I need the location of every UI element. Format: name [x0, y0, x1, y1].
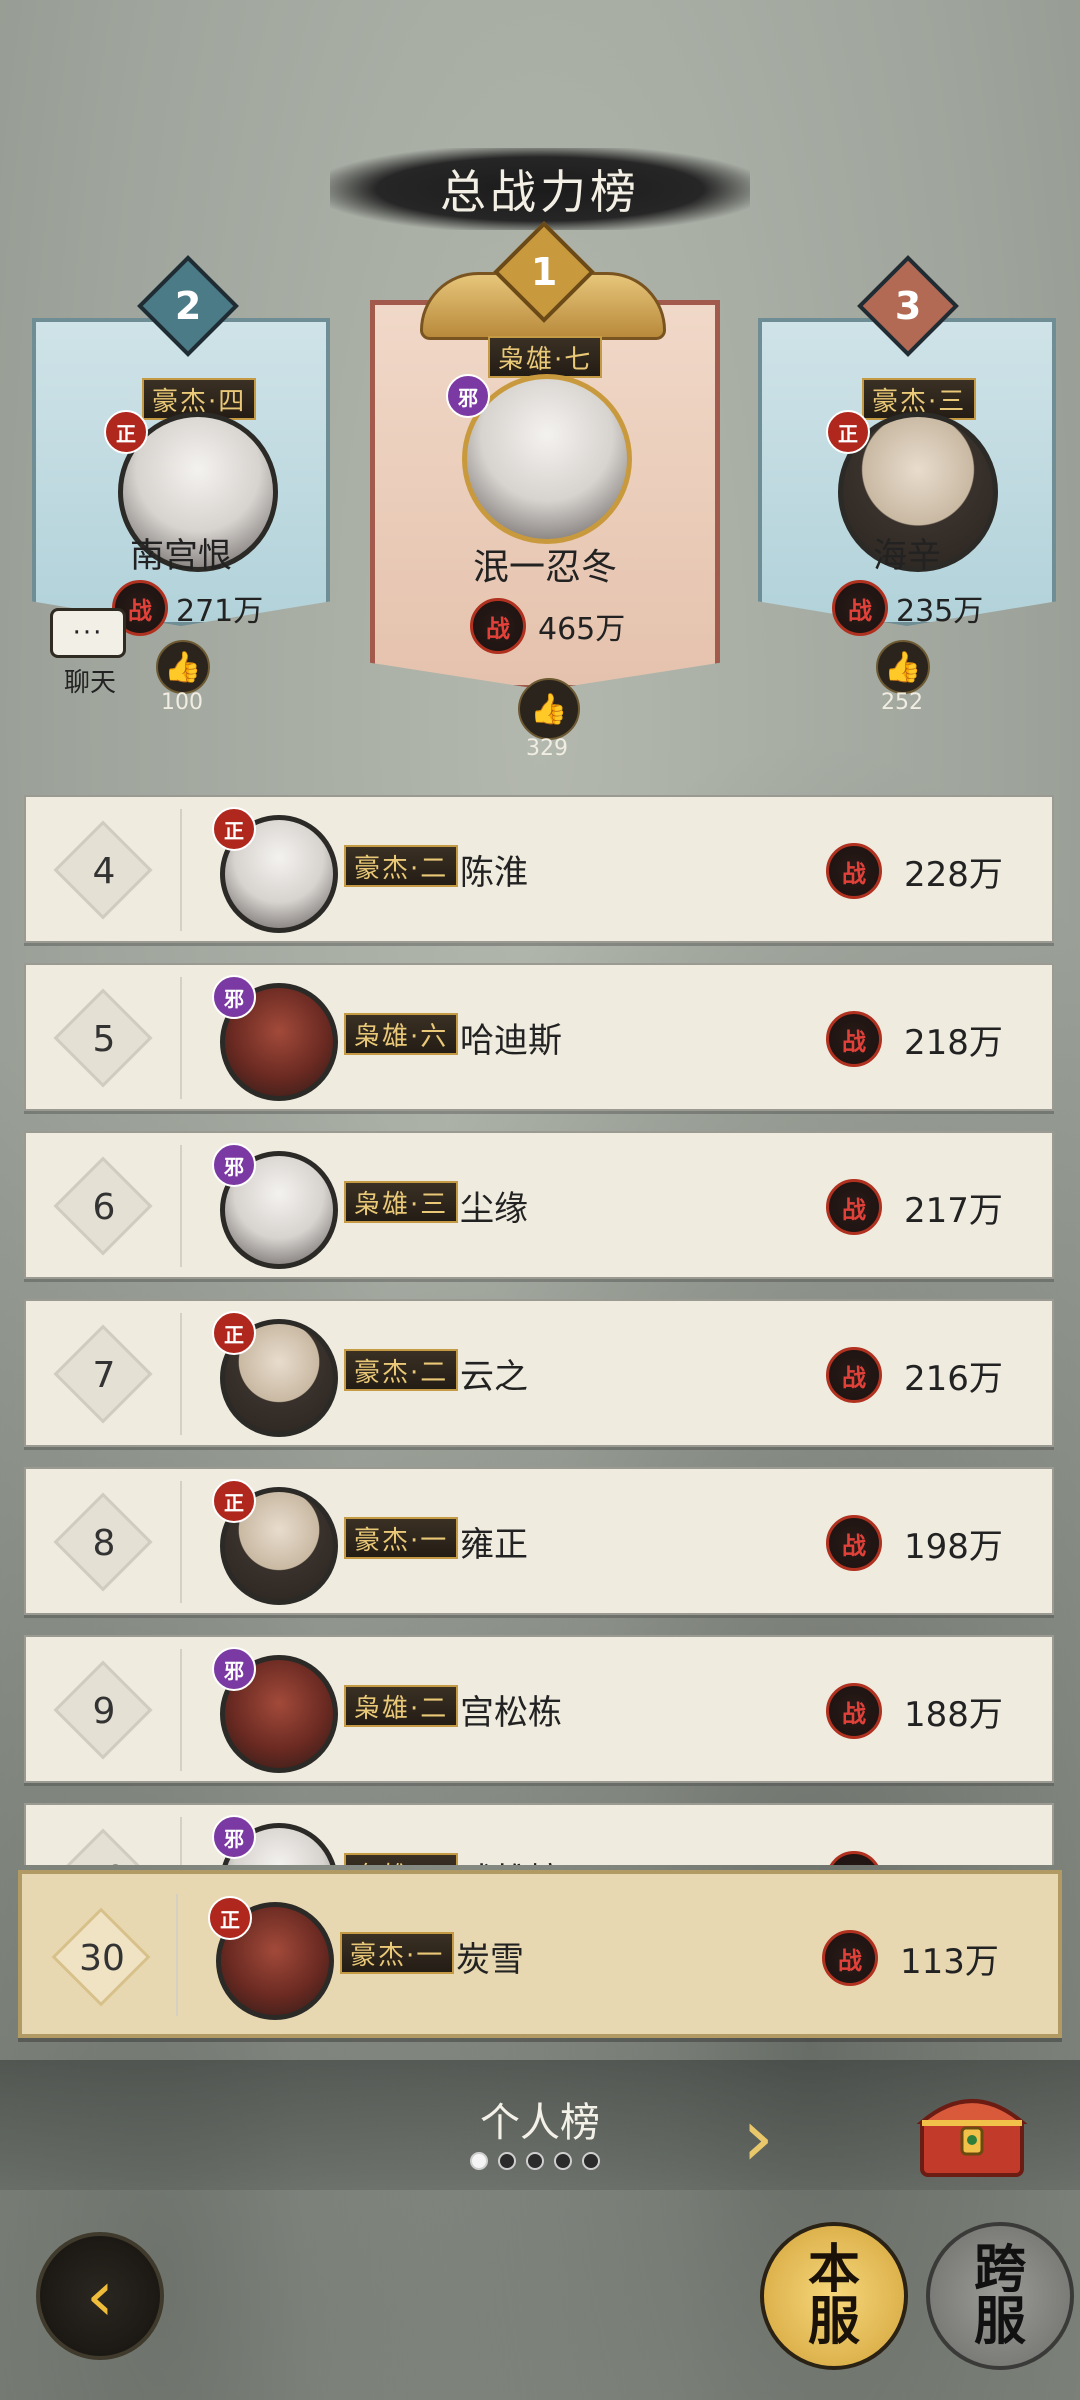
title-tag: 豪杰·一 — [340, 1932, 455, 1974]
power-icon: 战 — [826, 1515, 882, 1571]
rank-3-faction-badge: 正 — [826, 410, 870, 454]
rank-1-title-tag: 枭雄·七 — [488, 336, 603, 378]
rank-number: 9 — [92, 1690, 116, 1732]
rank-number: 4 — [92, 850, 116, 892]
cross-server-button[interactable]: 跨 服 — [926, 2222, 1074, 2370]
player-name: 武雄榜 — [460, 1853, 562, 1865]
title-tag: 枭雄·二 — [344, 1685, 459, 1727]
power-value: 216万 — [904, 1359, 1003, 1399]
power-icon: 战 — [826, 1347, 882, 1403]
page-dot[interactable] — [498, 2152, 516, 2170]
title-tag: 枭雄·三 — [344, 1181, 459, 1223]
title-tag: 豪杰·二 — [344, 845, 459, 887]
rank-2-like-icon[interactable]: 👍 — [156, 640, 210, 694]
rank-2-power: 271万 — [176, 594, 264, 629]
rank-2-faction-badge: 正 — [104, 410, 148, 454]
self-power-value: 113万 — [900, 1942, 999, 1982]
power-value: 218万 — [904, 1023, 1003, 1063]
rank-number: 10 — [68, 1843, 140, 1866]
this-server-button[interactable]: 本 服 — [760, 2222, 908, 2370]
self-rank-row[interactable]: 30 正 豪杰·一 炭雪 战 113万 — [18, 1870, 1062, 2038]
page-dot[interactable] — [526, 2152, 544, 2170]
rank-row[interactable]: 7 正 豪杰·二 云之 战 216万 — [24, 1299, 1054, 1447]
rank-1-power-icon: 战 — [470, 598, 526, 654]
power-icon: 战 — [826, 1179, 882, 1235]
rank-3-power: 235万 — [896, 594, 984, 629]
faction-badge: 邪 — [212, 1143, 256, 1187]
rank-1-like-icon[interactable]: 👍 — [518, 678, 580, 740]
back-button[interactable]: ‹ — [36, 2232, 164, 2360]
player-name: 宫松栋 — [460, 1693, 562, 1733]
power-icon: 战 — [826, 1011, 882, 1067]
faction-badge: 邪 — [212, 1815, 256, 1859]
rank-3-likes: 252 — [881, 690, 923, 715]
rank-number: 7 — [92, 1354, 116, 1396]
rank-row[interactable]: 10 邪 枭雄·二 武雄榜 战 — [24, 1803, 1054, 1865]
faction-badge: 邪 — [212, 1647, 256, 1691]
page-indicator — [470, 2152, 600, 2170]
player-name: 云之 — [460, 1357, 528, 1397]
rank-number: 5 — [92, 1018, 116, 1060]
page-dot[interactable] — [470, 2152, 488, 2170]
rank-row[interactable]: 6 邪 枭雄·三 尘缘 战 217万 — [24, 1131, 1054, 1279]
rank-1-faction-badge: 邪 — [446, 374, 490, 418]
this-server-label-2: 服 — [807, 2291, 860, 2352]
rank-number: 6 — [92, 1186, 116, 1228]
cross-server-label-2: 服 — [973, 2291, 1026, 2352]
power-value: 198万 — [904, 1527, 1003, 1567]
page-dot[interactable] — [582, 2152, 600, 2170]
self-name: 炭雪 — [456, 1940, 524, 1980]
power-value: 217万 — [904, 1191, 1003, 1231]
player-name: 尘缘 — [460, 1189, 528, 1229]
player-name: 雍正 — [460, 1525, 528, 1565]
chat-label: 聊天 — [63, 668, 116, 698]
title-tag: 豪杰·一 — [344, 1517, 459, 1559]
faction-badge: 邪 — [212, 975, 256, 1019]
rank-1-power: 465万 — [538, 612, 626, 647]
rank-2-likes: 100 — [161, 690, 203, 715]
leaderboard-title: 总战力榜 — [330, 148, 750, 230]
this-server-label-1: 本 — [807, 2239, 860, 2300]
next-tab-arrow-icon[interactable]: › — [742, 2098, 802, 2178]
chat-icon: ··· — [50, 608, 126, 658]
power-icon: 战 — [822, 1930, 878, 1986]
rank-row[interactable]: 4 正 豪杰·二 陈淮 战 228万 — [24, 795, 1054, 943]
rank-row[interactable]: 8 正 豪杰·一 雍正 战 198万 — [24, 1467, 1054, 1615]
power-icon: 战 — [826, 1683, 882, 1739]
leaderboard-title-text: 总战力榜 — [440, 165, 640, 219]
power-icon: 战 — [826, 1851, 882, 1865]
rank-2-name: 南宫恨 — [130, 536, 232, 576]
self-rank-number: 30 — [79, 1937, 125, 1979]
faction-badge: 正 — [212, 807, 256, 851]
faction-badge: 正 — [212, 1479, 256, 1523]
player-name: 哈迪斯 — [460, 1021, 562, 1061]
power-value: 228万 — [904, 855, 1003, 895]
player-name: 陈淮 — [460, 853, 528, 893]
rank-number: 8 — [92, 1522, 116, 1564]
title-tag: 枭雄·六 — [344, 1013, 459, 1055]
rank-3-name: 海辛 — [873, 536, 941, 576]
faction-badge: 正 — [212, 1311, 256, 1355]
rank-1-likes: 329 — [526, 736, 568, 761]
ranking-list[interactable]: 4 正 豪杰·二 陈淮 战 228万 5 邪 枭雄·六 哈迪斯 战 218万 6… — [24, 795, 1056, 1865]
title-tag: 枭雄·二 — [344, 1853, 459, 1865]
cross-server-label-1: 跨 — [973, 2239, 1026, 2300]
page-dot[interactable] — [554, 2152, 572, 2170]
power-icon: 战 — [826, 843, 882, 899]
title-tag: 豪杰·二 — [344, 1349, 459, 1391]
rank-1-name: 泯一忍冬 — [472, 547, 617, 588]
faction-badge: 正 — [208, 1896, 252, 1940]
rank-3-power-icon: 战 — [832, 580, 888, 636]
rank-row[interactable]: 5 邪 枭雄·六 哈迪斯 战 218万 — [24, 963, 1054, 1111]
chat-button[interactable]: ··· 聊天 — [50, 608, 130, 698]
rank-3-like-icon[interactable]: 👍 — [876, 640, 930, 694]
power-value: 188万 — [904, 1695, 1003, 1735]
rank-row[interactable]: 9 邪 枭雄·二 宫松栋 战 188万 — [24, 1635, 1054, 1783]
treasure-chest-icon[interactable] — [912, 2080, 1032, 2180]
